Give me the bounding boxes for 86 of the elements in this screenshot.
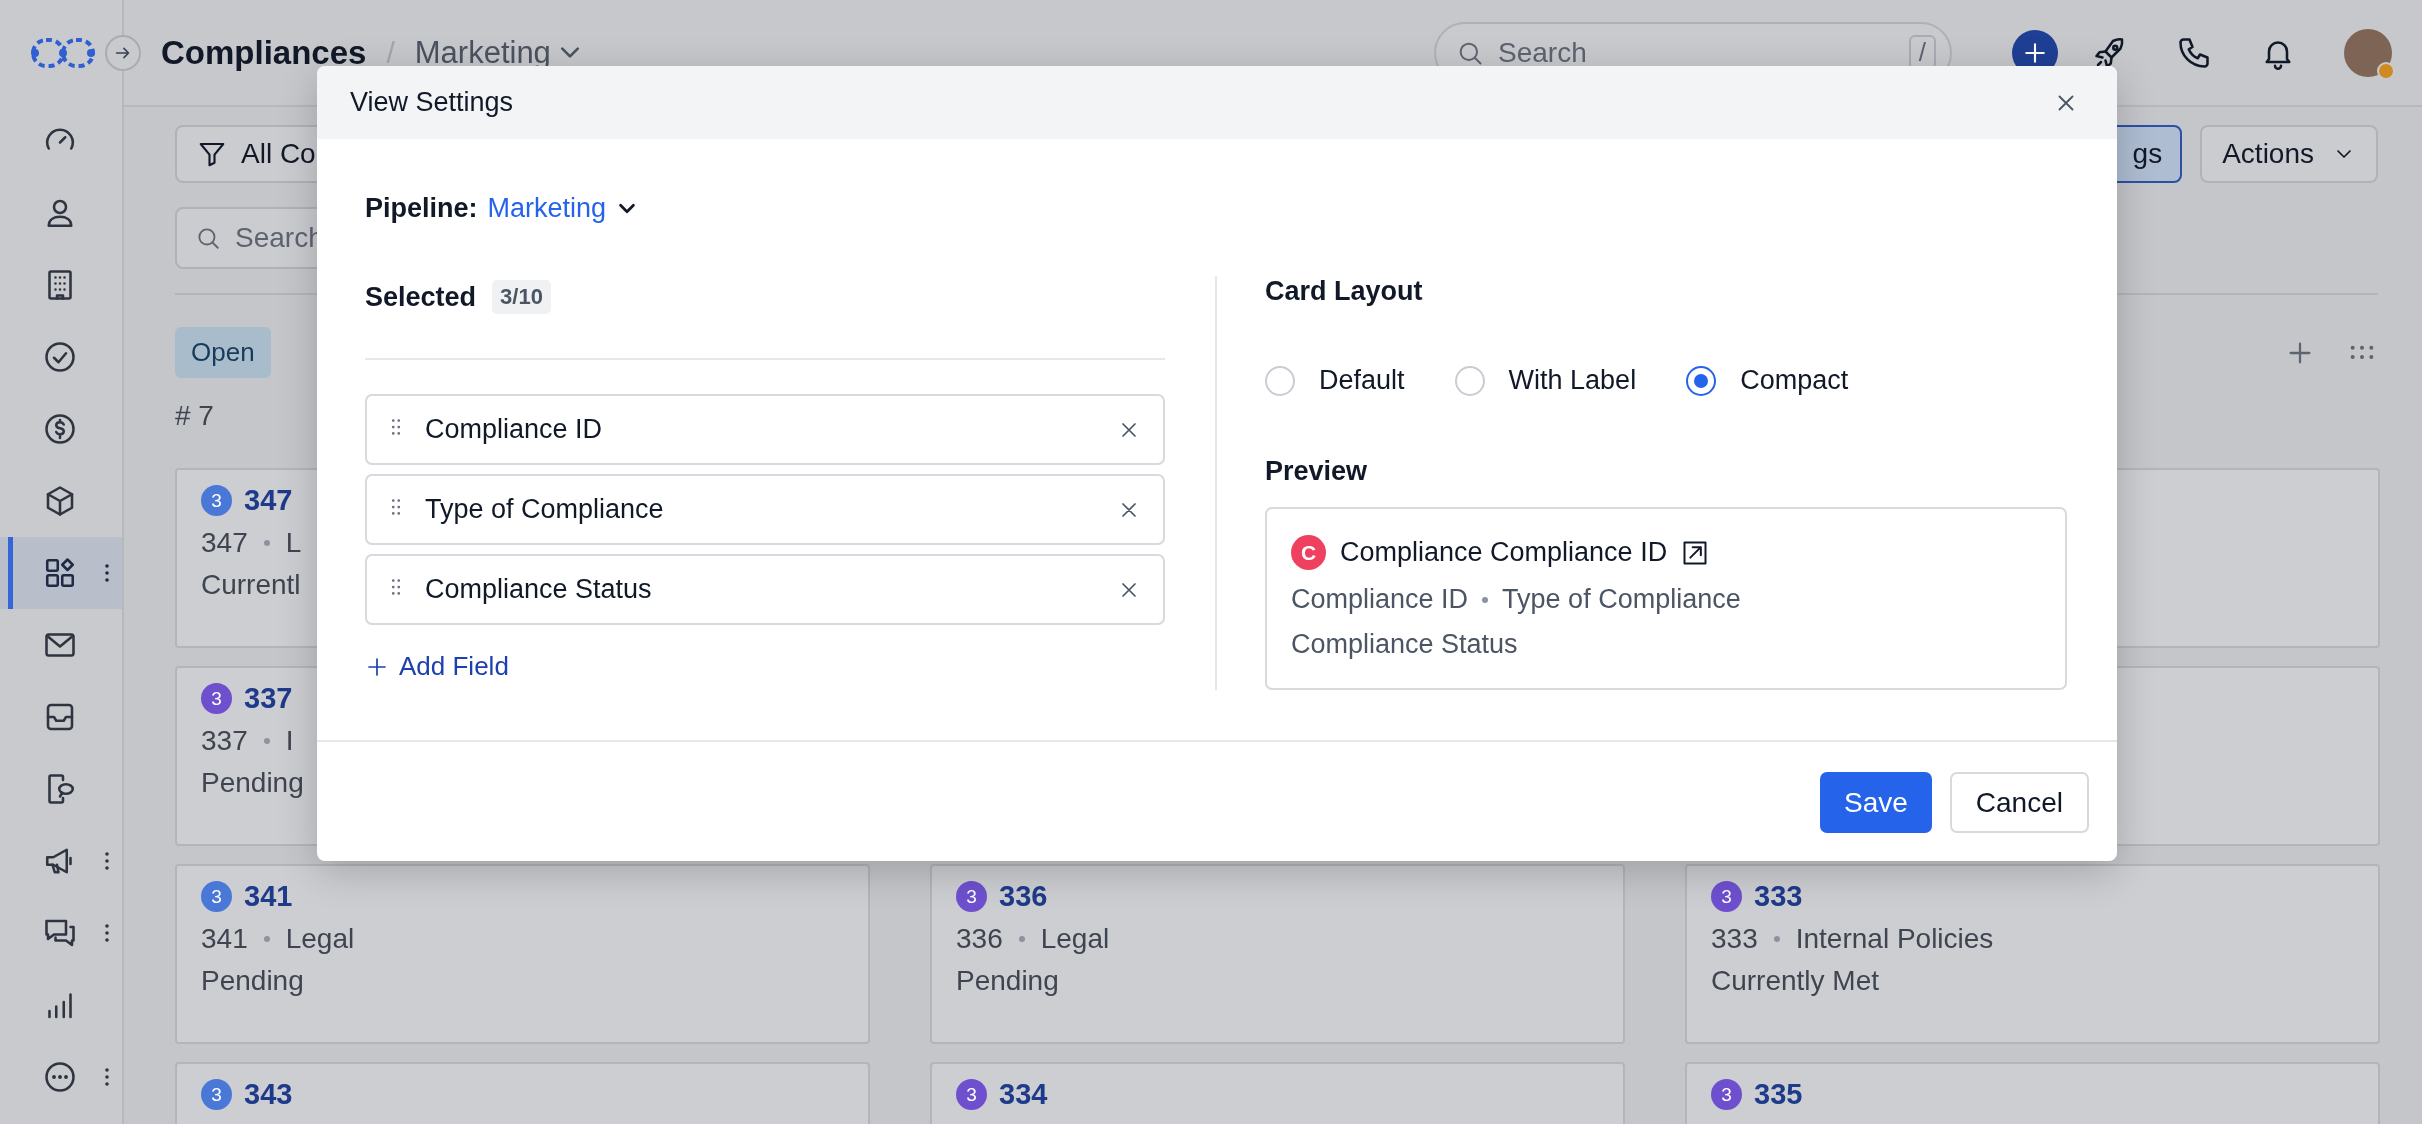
card[interactable]: 3 336 336 Legal Pending [930, 864, 1625, 1044]
layout-radio[interactable]: Default [1265, 365, 1405, 396]
logo-icon[interactable] [30, 35, 96, 70]
preview-field: Type of Compliance [1502, 584, 1741, 615]
selected-field[interactable]: Type of Compliance [365, 474, 1165, 545]
card-title[interactable]: 347 [244, 484, 293, 517]
pipeline-dropdown[interactable]: Marketing [414, 34, 579, 71]
count-badge: 3/10 [492, 280, 551, 314]
card-title[interactable]: 341 [244, 880, 293, 913]
chevron-down-icon [560, 47, 579, 58]
add-field-link[interactable]: Add Field [365, 651, 509, 682]
kebab-icon[interactable] [104, 1065, 110, 1089]
field-label: Compliance ID [425, 414, 603, 445]
card[interactable]: 3 334 [930, 1062, 1625, 1124]
card-title[interactable]: 337 [244, 682, 293, 715]
radio-circle[interactable] [1686, 365, 1717, 396]
section-title: Card Layout [1265, 276, 1424, 307]
count-badge: 3 [1711, 881, 1742, 912]
card-type: Internal Policies [1795, 923, 1994, 955]
search-icon [195, 225, 221, 251]
dollar-icon [42, 411, 78, 447]
breadcrumb-separator: / [386, 35, 395, 70]
section-title: Preview [1265, 456, 1369, 487]
card[interactable]: 3 335 [1685, 1062, 2380, 1124]
kebab-icon[interactable] [104, 921, 110, 945]
count-badge: 3 [201, 1079, 232, 1110]
save-button[interactable]: Save [1820, 772, 1932, 833]
card-type: Legal [285, 923, 355, 955]
kebab-icon[interactable] [104, 561, 110, 585]
card[interactable]: 3 341 341 Legal Pending [175, 864, 870, 1044]
count-badge: 3 [201, 683, 232, 714]
record-count: # 7 [175, 400, 214, 432]
pipeline-label: Pipeline: [365, 193, 478, 224]
card-status: Pending [201, 767, 304, 799]
layout-radio[interactable]: With Label [1454, 365, 1637, 396]
count-badge: 3 [201, 881, 232, 912]
card-title[interactable]: 335 [1754, 1078, 1803, 1111]
card-status: Currentl [201, 569, 301, 601]
card-number: 347 [201, 527, 248, 559]
card-number: 333 [1711, 923, 1758, 955]
preview-field: Compliance Status [1291, 629, 1518, 660]
card-type: Legal [1040, 923, 1110, 955]
separator-dot [1773, 936, 1780, 942]
page-title: Compliances [161, 33, 367, 72]
card-type: L [285, 527, 302, 559]
cancel-button[interactable]: Cancel [1949, 772, 2089, 833]
card-status: Pending [956, 965, 1059, 997]
preview-field: Compliance ID [1291, 584, 1469, 615]
card-status: Currently Met [1711, 965, 1880, 997]
record-avatar: C [1291, 535, 1326, 570]
card-title[interactable]: 333 [1754, 880, 1803, 913]
count-badge: 3 [201, 485, 232, 516]
field-label: Compliance Status [425, 574, 652, 605]
section-title: Selected [365, 281, 477, 313]
card-title[interactable]: 334 [999, 1078, 1048, 1111]
avatar[interactable] [2344, 28, 2392, 77]
card-number: 336 [956, 923, 1003, 955]
separator-dot [263, 540, 270, 546]
more-icon [42, 1059, 78, 1095]
dialog-title: View Settings [350, 87, 514, 118]
kebab-icon[interactable] [104, 849, 110, 873]
count-badge: 3 [956, 881, 987, 912]
separator-dot [1482, 596, 1489, 603]
card-number: 341 [201, 923, 248, 955]
card-title[interactable]: 343 [244, 1078, 293, 1111]
separator-dot [1018, 936, 1025, 942]
sidebar-item[interactable] [0, 537, 122, 609]
separator-dot [263, 936, 270, 942]
actions-button[interactable]: Actions [2200, 125, 2378, 183]
field-label: Type of Compliance [425, 494, 664, 525]
card-number: 337 [201, 725, 248, 757]
layout-radio[interactable]: Compact [1686, 365, 1849, 396]
count-badge: 3 [1711, 1079, 1742, 1110]
card[interactable]: 3 343 [175, 1062, 870, 1124]
check-circle-icon [42, 339, 78, 375]
card-title[interactable]: 336 [999, 880, 1048, 913]
status-tag: Open [175, 327, 271, 378]
separator-dot [263, 738, 270, 744]
pipeline-dropdown[interactable]: Marketing [487, 193, 639, 224]
card-status: Pending [201, 965, 304, 997]
selected-field[interactable]: Compliance ID [365, 394, 1165, 465]
record-name: Compliance Compliance ID [1340, 537, 1668, 568]
selected-field[interactable]: Compliance Status [365, 554, 1165, 625]
card[interactable]: 3 333 333 Internal Policies Currently Met [1685, 864, 2380, 1044]
count-badge: 3 [956, 1079, 987, 1110]
card-type: I [285, 725, 294, 757]
